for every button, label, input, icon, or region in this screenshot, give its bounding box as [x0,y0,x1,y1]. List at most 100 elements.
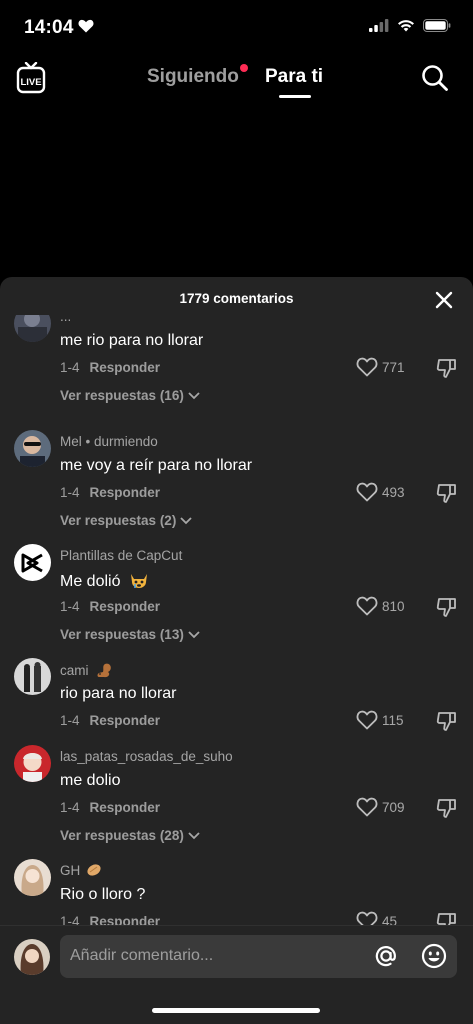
heart-outline-icon [356,482,378,502]
like-count: 493 [382,484,405,500]
dislike-icon[interactable] [436,710,458,737]
view-replies-button[interactable]: Ver respuestas (13) [60,627,200,642]
heart-outline-icon [356,911,378,925]
reply-button[interactable]: Responder [90,360,161,375]
status-time: 14:04 [24,17,74,38]
comment-input[interactable]: Añadir comentario... [60,935,457,978]
dislike-icon[interactable] [436,911,458,925]
chevron-down-icon [180,516,192,524]
comment-meta: 1-4 Responder [60,485,160,500]
comment-text: me dolio [60,772,121,789]
crying-cat-emoji-icon [130,574,147,588]
live-icon[interactable]: LIVE [16,61,46,99]
comment-date: 1-4 [60,914,80,925]
comment-list[interactable]: ... me rio para no llorar 1-4 Responder 7… [0,315,473,925]
live-label: LIVE [20,77,41,88]
view-replies-label: Ver respuestas (13) [60,627,184,642]
heart-outline-icon [356,357,378,377]
heart-icon [78,19,94,38]
comment-text: me voy a reír para no llorar [60,457,253,474]
avatar[interactable] [14,658,51,695]
notification-dot [240,64,248,72]
comment-meta: 1-4 Responder [60,713,160,728]
chevron-down-icon [188,391,200,399]
user-avatar [14,939,50,975]
home-indicator [152,1008,320,1013]
comment-username[interactable]: Plantillas de CapCut [60,548,182,563]
comment-meta: 1-4 Responder [60,360,160,375]
avatar[interactable] [14,430,51,467]
reply-button[interactable]: Responder [90,800,161,815]
view-replies-label: Ver respuestas (16) [60,388,184,403]
view-replies-button[interactable]: Ver respuestas (2) [60,513,192,528]
at-mention-icon[interactable] [373,943,399,974]
view-replies-label: Ver respuestas (28) [60,828,184,843]
dislike-icon[interactable] [436,596,458,623]
view-replies-button[interactable]: Ver respuestas (16) [60,388,200,403]
like-button[interactable]: 709 [356,797,405,817]
comment-date: 1-4 [60,599,80,614]
active-tab-underline [279,95,311,98]
comment-username[interactable]: las_patas_rosadas_de_suho [60,749,233,764]
chevron-down-icon [188,831,200,839]
comment-count: 1779 comentarios [179,291,294,306]
dislike-icon[interactable] [436,797,458,824]
like-button[interactable]: 771 [356,357,405,377]
like-count: 45 [382,913,398,926]
dislike-icon[interactable] [436,482,458,509]
comment-date: 1-4 [60,360,80,375]
avatar[interactable] [14,745,51,782]
reply-button[interactable]: Responder [90,485,161,500]
battery-icon [423,19,451,37]
wifi-icon [397,19,415,37]
close-icon[interactable] [435,291,453,309]
search-icon[interactable] [421,64,449,97]
peanut-emoji-icon [87,864,101,876]
like-count: 771 [382,359,405,375]
comment-username[interactable]: ... [60,315,71,324]
comment-input-bar: Añadir comentario... [0,925,473,1024]
comment-text: Rio o lloro ? [60,886,146,903]
comment-date: 1-4 [60,800,80,815]
like-count: 709 [382,799,405,815]
like-button[interactable]: 45 [356,911,397,925]
comment-input-placeholder: Añadir comentario... [70,947,214,964]
status-bar: 14:04 [0,0,473,56]
comment-date: 1-4 [60,713,80,728]
comments-sheet: 1779 comentarios ... me rio para no llor… [0,277,473,1024]
reply-button[interactable]: Responder [90,713,161,728]
comment-username[interactable]: cami [60,662,113,678]
heart-outline-icon [356,797,378,817]
top-navigation: LIVE Siguiendo Para ti [0,58,473,102]
like-count: 810 [382,598,405,614]
emoji-icon[interactable] [421,943,447,974]
comment-text: Me dolió [60,571,149,591]
comment-username[interactable]: Mel • durmiendo [60,434,158,449]
squirrel-emoji-icon [97,663,112,678]
like-button[interactable]: 810 [356,596,405,616]
comment-meta: 1-4 Responder [60,800,160,815]
comment-text: rio para no llorar [60,685,177,702]
reply-button[interactable]: Responder [90,599,161,614]
heart-outline-icon [356,596,378,616]
dislike-icon[interactable] [436,357,458,384]
like-count: 115 [382,712,404,728]
heart-outline-icon [356,710,378,730]
view-replies-label: Ver respuestas (2) [60,513,177,528]
tab-for-you[interactable]: Para ti [265,66,323,88]
capcut-avatar[interactable] [14,544,51,581]
comment-meta: 1-4 Responder [60,914,160,925]
avatar[interactable] [14,859,51,896]
chevron-down-icon [188,630,200,638]
avatar[interactable] [14,315,51,342]
view-replies-button[interactable]: Ver respuestas (28) [60,828,200,843]
cellular-signal-icon [369,19,389,37]
comment-username[interactable]: GH [60,863,102,878]
tab-following[interactable]: Siguiendo [147,66,239,88]
like-button[interactable]: 115 [356,710,404,730]
comment-date: 1-4 [60,485,80,500]
like-button[interactable]: 493 [356,482,405,502]
comment-meta: 1-4 Responder [60,599,160,614]
reply-button[interactable]: Responder [90,914,161,925]
comment-text: me rio para no llorar [60,332,204,349]
